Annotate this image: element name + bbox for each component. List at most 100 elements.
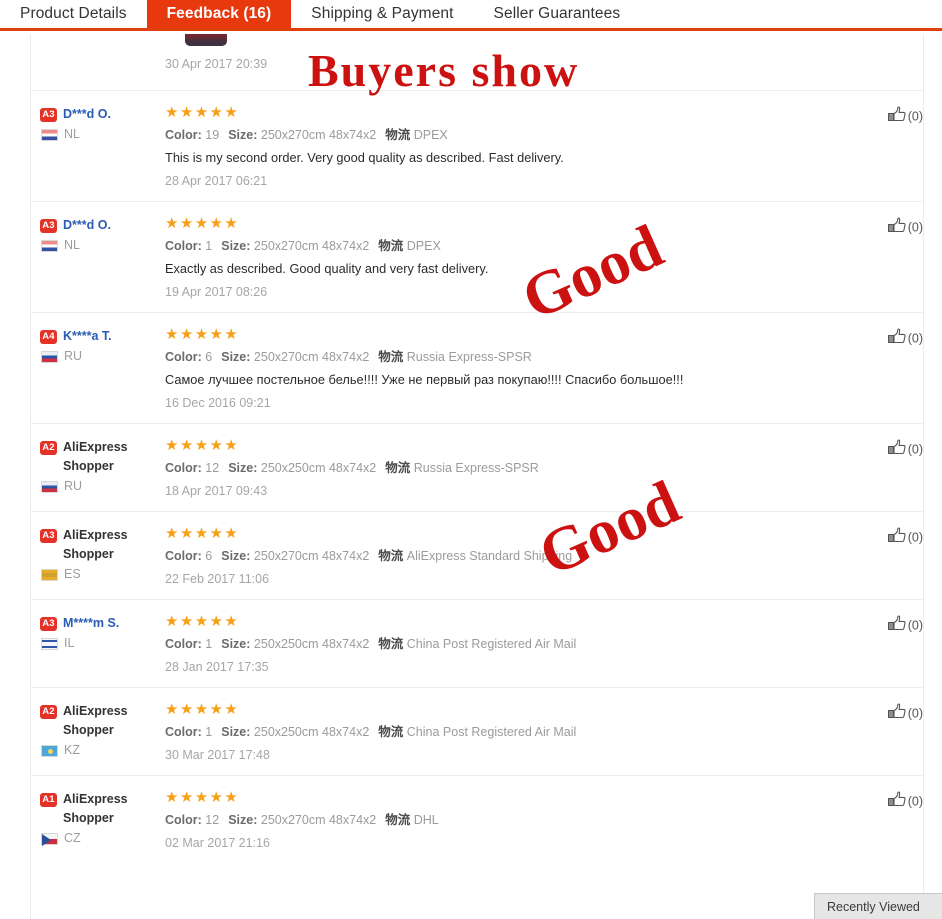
feedback-row: A1 AliExpress Shopper CZ ★★★★★ Color: 12 Size… xyxy=(31,775,923,863)
size-label: Size: xyxy=(221,549,251,563)
color-value: 1 xyxy=(205,637,213,651)
feedback-row: A3 AliExpress Shopper ES ★★★★★ Color: 6 Size:… xyxy=(31,511,923,599)
country-flag-icon xyxy=(41,239,58,252)
feedback-review-list: A3 D***d O. NL ★★★★★ Color: 19 Size: 250x270c… xyxy=(0,90,942,863)
color-label: Color: xyxy=(165,549,202,563)
country-code: NL xyxy=(64,127,80,141)
review-text: This is my second order. Very good quali… xyxy=(165,150,564,165)
color-value: 1 xyxy=(205,725,213,739)
size-value: 250x270cm 48x74x2 xyxy=(260,128,377,142)
buyer-level-badge: A2 xyxy=(40,705,57,719)
logistics-value: DPEX xyxy=(406,239,441,253)
thumbs-up-icon[interactable] xyxy=(887,527,906,548)
star-rating: ★★★★★ xyxy=(165,437,240,454)
helpful-column[interactable]: (0) xyxy=(847,215,923,302)
review-date: 22 Feb 2017 11:06 xyxy=(165,572,270,586)
logistics-label-cn: 物流 xyxy=(378,637,404,651)
user-column: A3 AliExpress Shopper ES xyxy=(31,525,164,589)
detail-column: ★★★★★ Color: 6 Size: 250x270cm 48x74x2 物流 A… xyxy=(164,525,847,589)
buyer-level-badge: A3 xyxy=(40,529,57,543)
tab-shipping-payment[interactable]: Shipping & Payment xyxy=(291,0,474,28)
helpful-column[interactable]: (0) xyxy=(847,326,923,413)
thumbs-up-icon[interactable] xyxy=(887,106,906,127)
tab-feedback-16[interactable]: Feedback (16) xyxy=(146,0,292,28)
helpful-column[interactable]: (0) xyxy=(847,437,923,501)
buyer-name[interactable]: D***d O. xyxy=(63,216,111,235)
star-rating: ★★★★★ xyxy=(165,701,240,718)
buyer-name[interactable]: D***d O. xyxy=(63,105,111,124)
star-rating: ★★★★★ xyxy=(165,215,240,232)
user-column xyxy=(31,54,164,74)
recently-viewed-button[interactable]: Recently Viewed xyxy=(814,893,942,919)
feedback-row-partial: 30 Apr 2017 20:39 xyxy=(31,34,923,90)
size-label: Size: xyxy=(221,350,251,364)
order-attributes: Color: 1 Size: 250x250cm 48x74x2 物流 China … xyxy=(165,635,847,654)
country-flag-icon xyxy=(41,744,58,757)
logistics-value: Russia Express-SPSR xyxy=(413,461,539,475)
buyer-name[interactable]: K****a T. xyxy=(63,327,112,346)
logistics-value: DPEX xyxy=(413,128,448,142)
logistics-value: DHL xyxy=(413,813,439,827)
buyer-level-badge: A1 xyxy=(40,793,57,807)
buyer-name: AliExpress Shopper xyxy=(63,440,128,473)
size-value: 250x250cm 48x74x2 xyxy=(253,637,370,651)
size-label: Size: xyxy=(221,239,251,253)
user-column: A2 AliExpress Shopper KZ xyxy=(31,701,164,765)
review-text: Exactly as described. Good quality and v… xyxy=(165,261,489,276)
color-value: 12 xyxy=(205,461,220,475)
order-attributes: Color: 6 Size: 250x270cm 48x74x2 物流 AliExp… xyxy=(165,547,847,566)
star-rating: ★★★★★ xyxy=(165,789,240,806)
thumbs-up-icon[interactable] xyxy=(887,439,906,460)
thumbs-up-icon[interactable] xyxy=(887,703,906,724)
color-value: 6 xyxy=(205,549,213,563)
helpful-column[interactable]: (0) xyxy=(847,789,923,853)
order-attributes: Color: 1 Size: 250x270cm 48x74x2 物流 DPEX xyxy=(165,237,847,256)
order-attributes: Color: 6 Size: 250x270cm 48x74x2 物流 Russia… xyxy=(165,348,847,367)
size-value: 250x250cm 48x74x2 xyxy=(260,461,377,475)
review-date: 16 Dec 2016 09:21 xyxy=(165,396,271,410)
detail-column: ★★★★★ Color: 1 Size: 250x270cm 48x74x2 物流 D… xyxy=(164,215,847,302)
buyer-name: AliExpress Shopper xyxy=(63,792,128,825)
helpful-count: (0) xyxy=(907,706,923,721)
panel-left-border xyxy=(30,34,31,919)
color-value: 12 xyxy=(205,813,220,827)
logistics-label-cn: 物流 xyxy=(385,813,411,827)
size-label: Size: xyxy=(228,128,258,142)
size-label: Size: xyxy=(228,461,258,475)
logistics-label-cn: 物流 xyxy=(378,239,404,253)
logistics-label-cn: 物流 xyxy=(385,461,411,475)
color-label: Color: xyxy=(165,813,202,827)
thumbs-up-icon[interactable] xyxy=(887,791,906,812)
helpful-count: (0) xyxy=(907,220,923,235)
helpful-column[interactable]: (0) xyxy=(847,613,923,677)
buyer-photo-thumbnail-partial[interactable] xyxy=(185,34,227,46)
country-flag-icon xyxy=(41,128,58,141)
feedback-row: A3 D***d O. NL ★★★★★ Color: 1 Size: 250x270cm… xyxy=(31,201,923,312)
thumbs-up-icon[interactable] xyxy=(887,328,906,349)
helpful-count: (0) xyxy=(907,331,923,346)
helpful-column[interactable]: (0) xyxy=(847,525,923,589)
country-flag-icon xyxy=(41,568,58,581)
helpful-count: (0) xyxy=(907,109,923,124)
color-label: Color: xyxy=(165,128,202,142)
helpful-column[interactable]: (0) xyxy=(847,701,923,765)
tab-seller-guarantees[interactable]: Seller Guarantees xyxy=(473,0,641,28)
order-attributes: Color: 19 Size: 250x270cm 48x74x2 物流 DPEX xyxy=(165,126,847,145)
review-date: 02 Mar 2017 21:16 xyxy=(165,836,270,850)
logistics-value: China Post Registered Air Mail xyxy=(406,725,577,739)
logistics-label-cn: 物流 xyxy=(378,549,404,563)
helpful-column[interactable]: (0) xyxy=(847,104,923,191)
user-column: A3 D***d O. NL xyxy=(31,215,164,302)
size-value: 250x270cm 48x74x2 xyxy=(253,239,370,253)
logistics-value: AliExpress Standard Shipping xyxy=(406,549,573,563)
detail-column: ★★★★★ Color: 12 Size: 250x270cm 48x74x2 物流 … xyxy=(164,789,847,853)
size-value: 250x250cm 48x74x2 xyxy=(253,725,370,739)
color-label: Color: xyxy=(165,239,202,253)
thumbs-up-icon[interactable] xyxy=(887,615,906,636)
tab-product-details[interactable]: Product Details xyxy=(0,0,147,28)
thumbs-up-icon[interactable] xyxy=(887,217,906,238)
feedback-row: A3 M****m S. IL ★★★★★ Color: 1 Size: 250x250c… xyxy=(31,599,923,687)
size-label: Size: xyxy=(221,637,251,651)
buyer-name[interactable]: M****m S. xyxy=(63,614,119,633)
user-column: A3 M****m S. IL xyxy=(31,613,164,677)
